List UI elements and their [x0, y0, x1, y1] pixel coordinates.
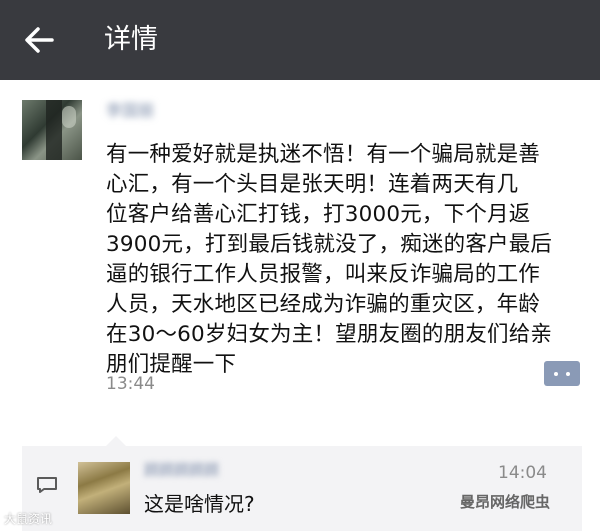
page-title: 详情 [104, 24, 158, 55]
post-line: 在30～60岁妇女为主！望朋友圈的朋友们给亲 [106, 322, 553, 347]
comment-text: 这是啥情况? [144, 492, 255, 516]
commenter-avatar[interactable] [78, 462, 130, 514]
post-line: 朋们提醒一下 [106, 352, 237, 377]
post-line: 3900元，打到最后钱就没了，痴迷的客户最后 [106, 232, 553, 257]
commenter-name[interactable]: 顾顾顾顾顾 [144, 460, 262, 480]
comment-bubble-icon [37, 477, 57, 493]
top-bar: 详情 [0, 0, 600, 80]
more-button[interactable] [544, 361, 580, 386]
post-line: 有一种爱好就是执迷不悟！有一个骗局就是善 [106, 142, 541, 167]
post-line: 位客户给善心汇打钱，打3000元，下个月返 [106, 202, 531, 227]
author-name[interactable]: 李国丽 [106, 100, 182, 122]
watermark-right: 曼昂网络爬虫 [460, 493, 551, 511]
comment-time: 14:04 [498, 463, 547, 483]
post-time: 13:44 [106, 374, 155, 394]
back-arrow-icon [25, 27, 54, 53]
back-button[interactable] [18, 18, 62, 62]
post-line: 人员，天水地区已经成为诈骗的重灾区，年龄 [106, 292, 541, 317]
author-avatar[interactable] [22, 100, 82, 160]
post-text: 有一种爱好就是执迷不悟！有一个骗局就是善 心汇，有一个头目是张天明！连着两天有几… [106, 140, 584, 380]
watermark-left: 大鼠资讯 [4, 512, 53, 526]
post-line: 逼的银行工作人员报警，叫来反诈骗局的工作 [106, 262, 541, 287]
post-line: 心汇，有一个头目是张天明！连着两天有几 [106, 172, 519, 197]
comment-area: 顾顾顾顾顾 14:04 这是啥情况? [22, 436, 582, 531]
